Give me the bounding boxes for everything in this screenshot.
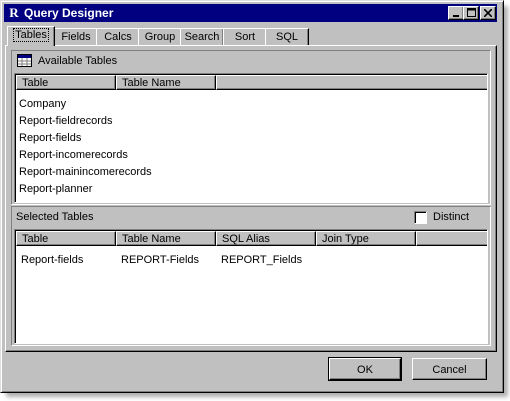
- table-cell: Report-fieldrecords: [19, 115, 113, 127]
- tab-strip: Tables Fields Calcs Group Search Sort SQ…: [5, 26, 499, 46]
- minimize-button[interactable]: [448, 6, 464, 20]
- selected-tables-list[interactable]: Table Table Name SQL Alias Join Type Rep…: [14, 229, 488, 344]
- tab-fields[interactable]: Fields: [54, 28, 98, 45]
- list-item[interactable]: Report-fieldrecords: [15, 113, 487, 130]
- table-cell: Report-incomerecords: [19, 149, 128, 161]
- maximize-button[interactable]: [463, 6, 479, 20]
- column-header-table[interactable]: Table: [16, 75, 116, 90]
- column-header-join-type[interactable]: Join Type: [316, 231, 416, 246]
- cancel-button[interactable]: Cancel: [412, 358, 487, 380]
- list-item[interactable]: Report-mainincomerecords: [15, 164, 487, 181]
- distinct-checkbox[interactable]: [414, 211, 427, 224]
- list-item[interactable]: Report-incomerecords: [15, 147, 487, 164]
- list-item[interactable]: Report-fields: [15, 130, 487, 147]
- title-bar[interactable]: R Query Designer: [4, 4, 497, 22]
- maximize-icon: [466, 8, 476, 17]
- table-cell: Report-fields: [21, 254, 84, 266]
- selected-tables-group: Selected Tables Distinct Table Table Nam…: [11, 206, 491, 346]
- table-cell: Report-mainincomerecords: [19, 166, 152, 178]
- close-icon: [483, 8, 493, 18]
- available-tables-title: Available Tables: [38, 55, 118, 67]
- minimize-icon: [453, 15, 459, 17]
- tab-calcs[interactable]: Calcs: [96, 28, 140, 45]
- window-title: Query Designer: [24, 6, 114, 20]
- tables-tab-panel: Available Tables Table Table Name Compan…: [5, 45, 497, 352]
- sql-alias-cell: REPORT_Fields: [221, 254, 303, 266]
- selected-tables-column-header: Table Table Name SQL Alias Join Type: [16, 231, 487, 247]
- column-header-sql-alias[interactable]: SQL Alias: [216, 231, 316, 246]
- column-header-table-name[interactable]: Table Name: [116, 231, 216, 246]
- selected-tables-header: Selected Tables Distinct: [12, 207, 490, 227]
- table-cell: Report-fields: [19, 132, 82, 144]
- query-designer-window: R Query Designer Tables Fields Calcs Gro…: [0, 0, 504, 393]
- tab-search[interactable]: Search: [180, 28, 224, 45]
- available-tables-column-header: Table Table Name: [16, 75, 487, 91]
- table-grid-icon: [17, 54, 32, 67]
- app-r-icon: R: [9, 5, 19, 20]
- available-tables-list[interactable]: Table Table Name Company Report-fieldrec…: [14, 73, 488, 203]
- table-cell: Company: [19, 98, 67, 110]
- table-name-cell: REPORT-Fields: [121, 254, 200, 266]
- selected-tables-title: Selected Tables: [16, 211, 94, 223]
- ok-button[interactable]: OK: [328, 357, 402, 381]
- column-header-table-name[interactable]: Table Name: [116, 75, 216, 90]
- table-row[interactable]: Report-fields REPORT-Fields REPORT_Field…: [15, 252, 487, 269]
- list-item[interactable]: Company: [15, 96, 487, 113]
- distinct-label[interactable]: Distinct: [433, 211, 469, 223]
- close-button[interactable]: [480, 6, 496, 20]
- tab-tables[interactable]: Tables: [7, 26, 55, 46]
- column-header-table[interactable]: Table: [16, 231, 116, 246]
- available-tables-group: Available Tables Table Table Name Compan…: [11, 50, 491, 205]
- available-tables-header: Available Tables: [12, 51, 490, 71]
- table-cell: Report-planner: [19, 183, 93, 195]
- list-item[interactable]: Report-planner: [15, 181, 487, 198]
- tab-group[interactable]: Group: [138, 28, 182, 45]
- column-header-filler: [216, 75, 487, 90]
- column-header-filler: [416, 231, 487, 246]
- tab-sort[interactable]: Sort: [223, 28, 267, 45]
- tab-sql[interactable]: SQL: [265, 28, 309, 45]
